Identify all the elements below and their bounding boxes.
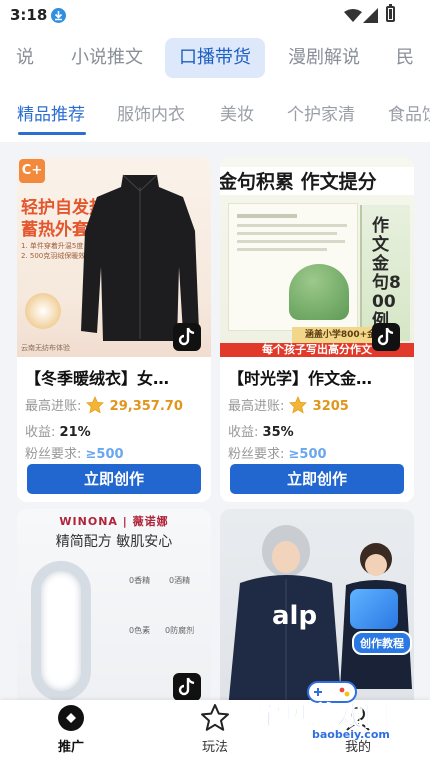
max-income-row: 最高进账: 3205 <box>228 395 349 414</box>
book-page-graphic <box>228 203 358 331</box>
ingredient-tag: 0防腐剂 <box>165 626 195 635</box>
book-cover-graphic: 作文金句800例 <box>360 205 410 341</box>
download-icon <box>51 8 66 23</box>
watermark-url: baobeiy.com <box>312 728 390 741</box>
sub-tab-food[interactable]: 食品饮 <box>388 100 430 125</box>
image-slogan: 精简配方 敏肌安心 <box>55 534 173 550</box>
nav-promote[interactable]: 推广 <box>21 700 121 764</box>
sub-tab-personal-care[interactable]: 个护家清 <box>287 100 355 125</box>
gold-star-icon <box>85 396 104 414</box>
income-value: 35% <box>262 425 294 440</box>
active-tab-indicator <box>18 132 86 135</box>
product-image[interactable]: WINONA | 薇诺娜 精简配方 敏肌安心 0香精 0酒精 0色素 0防腐剂 <box>17 509 211 700</box>
top-tab-novel[interactable]: 小说推文 <box>64 38 150 78</box>
top-tab-partial-left[interactable]: 说 <box>10 38 40 78</box>
income-label: 收益: <box>228 425 259 440</box>
max-income-value: 29,357.70 <box>109 399 183 414</box>
image-headline: 金句积累 作文提分 <box>220 167 414 195</box>
ingredient-tag: 0酒精 <box>169 576 191 585</box>
sub-tab-beauty[interactable]: 美妆 <box>220 100 254 125</box>
nav-promote-label: 推广 <box>57 740 84 755</box>
income-row: 收益: 21% <box>25 421 91 440</box>
tutorial-badge[interactable]: 创作教程 <box>352 631 412 655</box>
brand-logo: WINONA | 薇诺娜 <box>59 515 169 528</box>
battery-icon <box>386 4 395 22</box>
product-image[interactable]: alp 创作教程 <box>220 509 414 700</box>
product-card[interactable]: 金句积累 作文提分 作文金句800例 涵盖小学800+金句 每个孩子写出高分作文… <box>220 157 414 502</box>
star-icon <box>201 704 229 731</box>
top-tab-partial-right[interactable]: 民 <box>390 38 420 78</box>
max-income-value: 3205 <box>312 399 349 414</box>
create-now-button[interactable]: 立即创作 <box>27 464 201 494</box>
top-tab-drama[interactable]: 漫剧解说 <box>281 38 367 78</box>
product-graphic <box>31 561 91 700</box>
top-tab-live-selling[interactable]: 口播带货 <box>165 38 265 78</box>
status-time: 3:18 <box>10 6 48 24</box>
max-income-label: 最高进账: <box>228 399 285 414</box>
product-card[interactable]: C+ 轻护自发热 蓄热外套 1. 单件穿着升温5度 2. 500克羽绒保暖效果 … <box>17 157 211 502</box>
sub-tab-apparel[interactable]: 服饰内衣 <box>117 100 185 125</box>
image-note: 1. 单件穿着升温5度 <box>21 242 84 250</box>
jacket-graphic <box>81 174 199 341</box>
create-now-button[interactable]: 立即创作 <box>230 464 404 494</box>
brand-badge: C+ <box>19 159 45 183</box>
max-income-label: 最高进账: <box>25 399 82 414</box>
tutorial-book-icon <box>350 589 398 629</box>
product-image[interactable]: 金句积累 作文提分 作文金句800例 涵盖小学800+金句 每个孩子写出高分作文 <box>220 157 414 357</box>
product-image[interactable]: C+ 轻护自发热 蓄热外套 1. 单件穿着升温5度 2. 500克羽绒保暖效果 … <box>17 157 211 357</box>
fans-row: 粉丝要求: ≥500 <box>25 443 124 462</box>
flower-graphic <box>25 293 61 329</box>
fans-label: 粉丝要求: <box>228 447 285 462</box>
sub-category-tabs: 精品推荐 服饰内衣 美妆 个护家清 食品饮 <box>0 84 430 142</box>
max-income-row: 最高进账: 29,357.70 <box>25 395 183 414</box>
fans-label: 粉丝要求: <box>25 447 82 462</box>
income-value: 21% <box>59 425 91 440</box>
tiktok-icon <box>173 323 201 351</box>
fans-value: ≥500 <box>85 447 124 462</box>
top-category-tabs: 说 小说推文 口播带货 漫剧解说 民 <box>0 32 430 84</box>
income-label: 收益: <box>25 425 56 440</box>
tiktok-icon <box>372 323 400 351</box>
product-title: 【冬季暖绒衣】女… <box>25 369 170 388</box>
brand-logo-on-jacket: alp <box>272 601 318 631</box>
promote-icon <box>58 705 84 731</box>
wifi-icon <box>344 8 362 27</box>
product-title: 【时光学】作文金… <box>228 369 373 388</box>
status-bar: 3:18 <box>0 0 430 32</box>
signal-icon <box>363 8 379 27</box>
sub-tab-featured[interactable]: 精品推荐 <box>17 100 85 125</box>
tiktok-icon <box>173 673 201 700</box>
product-card[interactable]: WINONA | 薇诺娜 精简配方 敏肌安心 0香精 0酒精 0色素 0防腐剂 <box>17 509 211 700</box>
image-footnote: 云南无纺布体验 <box>21 344 70 352</box>
book-vertical-title: 作文金句800例 <box>372 216 401 331</box>
ingredient-tag: 0香精 <box>129 576 151 585</box>
gold-star-icon <box>288 396 307 414</box>
product-feed: C+ 轻护自发热 蓄热外套 1. 单件穿着升温5度 2. 500克羽绒保暖效果 … <box>0 142 430 700</box>
product-card[interactable]: alp 创作教程 <box>220 509 414 700</box>
fans-row: 粉丝要求: ≥500 <box>228 443 327 462</box>
ingredient-tag: 0色素 <box>129 626 151 635</box>
income-row: 收益: 35% <box>228 421 294 440</box>
fans-value: ≥500 <box>288 447 327 462</box>
watermark: 宝贝游戏网 baobeiy.com <box>240 676 430 756</box>
